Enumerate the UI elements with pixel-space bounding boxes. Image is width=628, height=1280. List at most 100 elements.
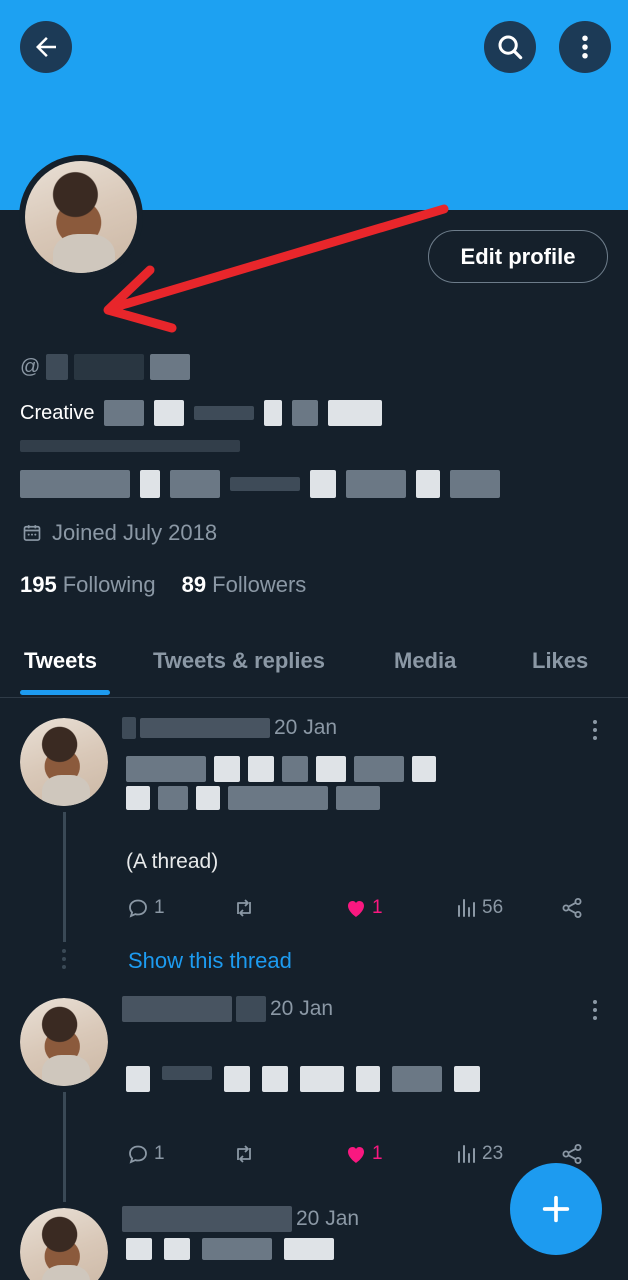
edit-profile-button[interactable]: Edit profile bbox=[428, 230, 608, 283]
like-button[interactable]: 1 bbox=[344, 896, 383, 920]
active-tab-indicator bbox=[20, 690, 110, 695]
share-icon bbox=[562, 1144, 582, 1164]
avatar-image bbox=[20, 718, 108, 806]
retweet-icon bbox=[237, 1145, 251, 1163]
search-button[interactable] bbox=[484, 21, 536, 73]
redacted-block bbox=[284, 1238, 334, 1260]
tweet-header: 20 Jan bbox=[122, 1206, 359, 1232]
tweet-header: 20 Jan bbox=[122, 716, 337, 740]
views-button[interactable]: 56 bbox=[454, 896, 503, 920]
redacted-block bbox=[346, 470, 406, 498]
more-vertical-icon bbox=[582, 35, 588, 59]
redacted-block bbox=[140, 718, 270, 738]
more-vertical-icon[interactable] bbox=[586, 718, 604, 742]
bio-line-3 bbox=[20, 470, 500, 498]
redacted-block bbox=[282, 756, 308, 782]
reply-button[interactable]: 1 bbox=[126, 1142, 165, 1166]
redacted-block bbox=[202, 1238, 272, 1260]
redacted-block bbox=[328, 400, 383, 426]
back-arrow-icon bbox=[36, 37, 56, 57]
profile-avatar[interactable] bbox=[19, 155, 143, 279]
tweet-avatar[interactable] bbox=[20, 998, 108, 1086]
share-button[interactable] bbox=[560, 1142, 584, 1166]
following-link[interactable]: 195 Following bbox=[20, 572, 156, 598]
redacted-block bbox=[162, 1066, 212, 1080]
redacted-block bbox=[104, 400, 145, 426]
bio-line-2 bbox=[20, 440, 240, 452]
redacted-block bbox=[248, 756, 274, 782]
following-label: Following bbox=[62, 572, 156, 597]
compose-tweet-button[interactable] bbox=[510, 1163, 602, 1255]
tweet-item[interactable]: 20 Jan 1 1 23 bbox=[0, 996, 628, 1202]
tweet-item[interactable]: 20 Jan (A thread) 1 1 56 Show this threa… bbox=[0, 716, 628, 976]
joined-date: Joined July 2018 bbox=[22, 520, 217, 546]
followers-count: 89 bbox=[181, 572, 207, 597]
like-button[interactable]: 1 bbox=[344, 1142, 383, 1166]
thread-line bbox=[63, 1092, 66, 1202]
redacted-block bbox=[150, 354, 191, 380]
retweet-button[interactable] bbox=[232, 1142, 256, 1166]
retweet-button[interactable] bbox=[232, 896, 256, 920]
reply-button[interactable]: 1 bbox=[126, 896, 165, 920]
show-thread-link[interactable]: Show this thread bbox=[128, 948, 292, 974]
tweet-header: 20 Jan bbox=[122, 996, 333, 1022]
views-icon bbox=[458, 1145, 475, 1163]
redacted-block bbox=[126, 1238, 152, 1260]
redacted-block bbox=[214, 756, 240, 782]
followers-link[interactable]: 89 Followers bbox=[182, 572, 307, 598]
views-button[interactable]: 23 bbox=[454, 1142, 503, 1166]
tweet-actions: 1 1 23 bbox=[126, 1142, 596, 1170]
redacted-block bbox=[316, 756, 346, 782]
more-options-button[interactable] bbox=[559, 21, 611, 73]
redacted-block bbox=[450, 470, 500, 498]
redacted-block bbox=[392, 1066, 442, 1092]
search-icon bbox=[498, 35, 523, 60]
redacted-block bbox=[46, 354, 69, 380]
tab-tweets-replies[interactable]: Tweets & replies bbox=[153, 648, 325, 674]
profile-tabs: Tweets Tweets & replies Media Likes bbox=[0, 630, 628, 698]
thread-line bbox=[63, 812, 66, 942]
share-button[interactable] bbox=[560, 896, 584, 920]
redacted-block bbox=[154, 400, 185, 426]
redacted-block bbox=[194, 406, 255, 420]
redacted-block bbox=[164, 1238, 190, 1260]
redacted-block bbox=[126, 756, 206, 782]
plus-icon bbox=[542, 1195, 570, 1223]
tweet-text: (A thread) bbox=[126, 850, 219, 873]
redacted-block bbox=[74, 354, 145, 380]
redacted-block bbox=[336, 786, 380, 810]
tweet-date: 20 Jan bbox=[296, 1207, 360, 1230]
retweet-icon bbox=[237, 899, 251, 917]
thread-dots bbox=[62, 949, 66, 969]
followers-label: Followers bbox=[212, 572, 307, 597]
tab-likes[interactable]: Likes bbox=[532, 648, 588, 674]
bio-line-1: Creative bbox=[20, 400, 383, 426]
reply-count: 1 bbox=[154, 897, 165, 918]
views-icon bbox=[458, 899, 475, 917]
redacted-block bbox=[140, 470, 160, 498]
tweet-text-redacted bbox=[126, 1066, 480, 1092]
redacted-block bbox=[126, 1066, 150, 1092]
redacted-block bbox=[354, 756, 404, 782]
redacted-block bbox=[196, 786, 220, 810]
share-icon bbox=[562, 898, 582, 918]
more-vertical-icon[interactable] bbox=[586, 998, 604, 1022]
redacted-block bbox=[264, 400, 283, 426]
redacted-block bbox=[20, 440, 240, 452]
back-button[interactable] bbox=[20, 21, 72, 73]
tab-tweets[interactable]: Tweets bbox=[24, 648, 97, 674]
redacted-block bbox=[158, 786, 188, 810]
tweet-text-redacted bbox=[126, 756, 436, 782]
redacted-block bbox=[310, 470, 336, 498]
handle-prefix: @ bbox=[20, 355, 41, 378]
tweet-actions: 1 1 56 bbox=[126, 896, 596, 924]
tweet-avatar[interactable] bbox=[20, 718, 108, 806]
redacted-block bbox=[356, 1066, 380, 1092]
redacted-block bbox=[412, 756, 436, 782]
tab-media[interactable]: Media bbox=[394, 648, 456, 674]
avatar-image bbox=[20, 998, 108, 1086]
tweet-text-redacted bbox=[126, 1238, 334, 1260]
tweet-date: 20 Jan bbox=[270, 997, 334, 1020]
tweet-avatar[interactable] bbox=[20, 1208, 108, 1280]
redacted-block bbox=[300, 1066, 344, 1092]
